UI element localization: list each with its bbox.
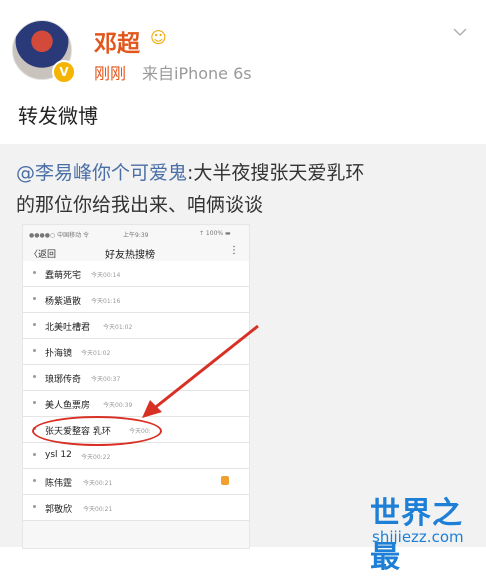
annotation-arrow-icon	[142, 324, 259, 418]
watermark-url: shijiezz.com	[372, 528, 464, 546]
